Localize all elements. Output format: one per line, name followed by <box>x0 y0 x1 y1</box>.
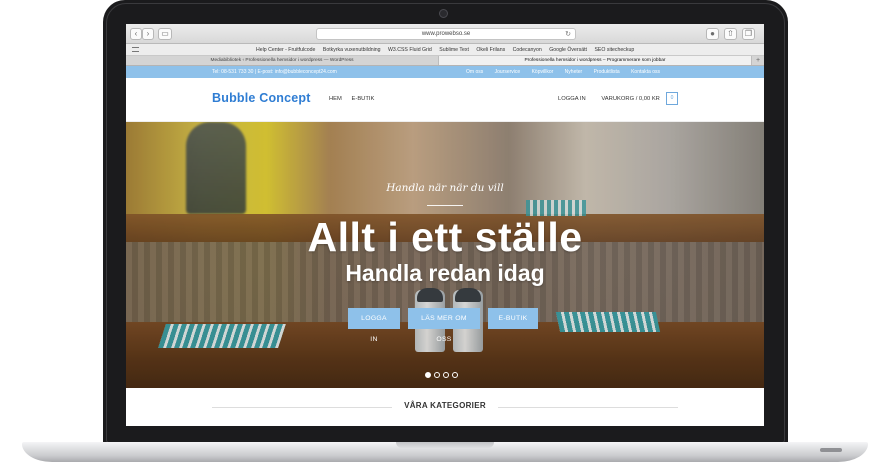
section-divider <box>498 407 678 408</box>
contact-info: Tel: 08-531 733 30 | E-post: info@bubble… <box>212 69 337 75</box>
toplink-kopvillkor[interactable]: Köpvillkor <box>532 69 554 75</box>
login-link[interactable]: LOGGA IN <box>558 96 586 102</box>
laptop-notch <box>396 442 494 448</box>
shop-button[interactable]: E-BUTIK <box>488 308 538 329</box>
camera-icon <box>439 9 448 18</box>
bookmarks-grid-icon[interactable] <box>132 47 139 52</box>
hero-slider: Handla när när du vill Allt i ett ställe… <box>126 122 764 388</box>
laptop-foot <box>820 448 842 452</box>
categories-title: VÅRA KATEGORIER <box>404 401 486 410</box>
slider-dot[interactable] <box>425 372 431 378</box>
account-links: LOGGA IN VARUKORG / 0,00 KR <box>558 96 674 102</box>
toplink-kontakta-oss[interactable]: Kontakta oss <box>631 69 660 75</box>
hero-subheadline: Handla redan idag <box>345 260 545 286</box>
cart-icon[interactable]: 0 <box>666 92 678 105</box>
browser-tab[interactable]: Mediabibliotek ‹ Professionella hemsidor… <box>126 56 439 65</box>
nav-item-e-butik[interactable]: E-BUTIK <box>352 96 375 102</box>
browser-toolbar: ‹ › ▭ www.prowebso.se ↻ ● ⇧ ❐ <box>126 24 764 44</box>
site-topbar: Tel: 08-531 733 30 | E-post: info@bubble… <box>126 66 764 78</box>
hero-headline: Allt i ett ställe <box>307 214 583 260</box>
categories-section: VÅRA KATEGORIER <box>126 388 764 426</box>
bookmark-item[interactable]: W3.CSS Fluid Grid <box>388 47 432 53</box>
bookmark-item[interactable]: Help Center - Fruitfulcode <box>256 47 315 53</box>
browser-tab-active[interactable]: Professionella hemsidor i wordpress – Pr… <box>439 56 752 65</box>
slider-dot[interactable] <box>443 372 449 378</box>
login-button[interactable]: LOGGA IN <box>348 308 400 343</box>
forward-icon[interactable]: › <box>142 28 154 40</box>
address-bar[interactable]: www.prowebso.se ↻ <box>316 28 576 40</box>
new-tab-icon[interactable]: + <box>752 56 764 65</box>
site-logo[interactable]: Bubble Concept <box>212 91 311 105</box>
download-icon[interactable]: ● <box>706 28 719 40</box>
cart-count: 0 <box>670 95 674 101</box>
toplink-produktlista[interactable]: Produktlista <box>594 69 620 75</box>
bookmark-item[interactable]: Codecanyon <box>513 47 542 53</box>
tabs-icon[interactable]: ❐ <box>742 28 755 40</box>
back-icon[interactable]: ‹ <box>130 28 142 40</box>
bookmark-item[interactable]: Sublime Text <box>439 47 469 53</box>
bookmark-item[interactable]: Botkyrka vuxenutbildning <box>323 47 381 53</box>
bookmarks-bar: Help Center - Fruitfulcode Botkyrka vuxe… <box>126 44 764 56</box>
toplink-jourservice[interactable]: Jourservice <box>495 69 521 75</box>
slider-dot[interactable] <box>434 372 440 378</box>
hero-divider <box>427 205 463 206</box>
cart-link[interactable]: VARUKORG / 0,00 KR <box>601 96 660 102</box>
share-icon[interactable]: ⇧ <box>724 28 737 40</box>
sidebar-icon[interactable]: ▭ <box>158 28 172 40</box>
browser-window: ‹ › ▭ www.prowebso.se ↻ ● ⇧ ❐ Help Cente… <box>126 24 764 426</box>
site-header: Bubble Concept HEM E-BUTIK LOGGA IN VARU… <box>126 78 764 122</box>
bookmark-item[interactable]: SEO sitecheckup <box>594 47 634 53</box>
slider-pagination <box>425 372 458 378</box>
bookmark-item[interactable]: Okeli Frilans <box>476 47 505 53</box>
hero-script-text: Handla när när du vill <box>386 182 504 194</box>
slider-dot[interactable] <box>452 372 458 378</box>
reload-icon[interactable]: ↻ <box>565 29 571 40</box>
bookmark-list: Help Center - Fruitfulcode Botkyrka vuxe… <box>256 44 640 56</box>
toplink-nyheter[interactable]: Nyheter <box>565 69 583 75</box>
url-text: www.prowebso.se <box>421 31 471 37</box>
main-nav: HEM E-BUTIK <box>329 96 382 102</box>
toplink-om-oss[interactable]: Om oss <box>466 69 483 75</box>
hero-buttons: LOGGA IN LÄS MER OM OSS E-BUTIK <box>348 308 538 343</box>
tab-strip: Mediabibliotek ‹ Professionella hemsidor… <box>126 56 764 66</box>
laptop-mockup: ‹ › ▭ www.prowebso.se ↻ ● ⇧ ❐ Help Cente… <box>0 0 890 470</box>
top-links: Om oss Jourservice Köpvillkor Nyheter Pr… <box>466 66 670 78</box>
about-button[interactable]: LÄS MER OM OSS <box>408 308 480 343</box>
bookmark-item[interactable]: Google Översätt <box>549 47 587 53</box>
nav-item-hem[interactable]: HEM <box>329 96 342 102</box>
